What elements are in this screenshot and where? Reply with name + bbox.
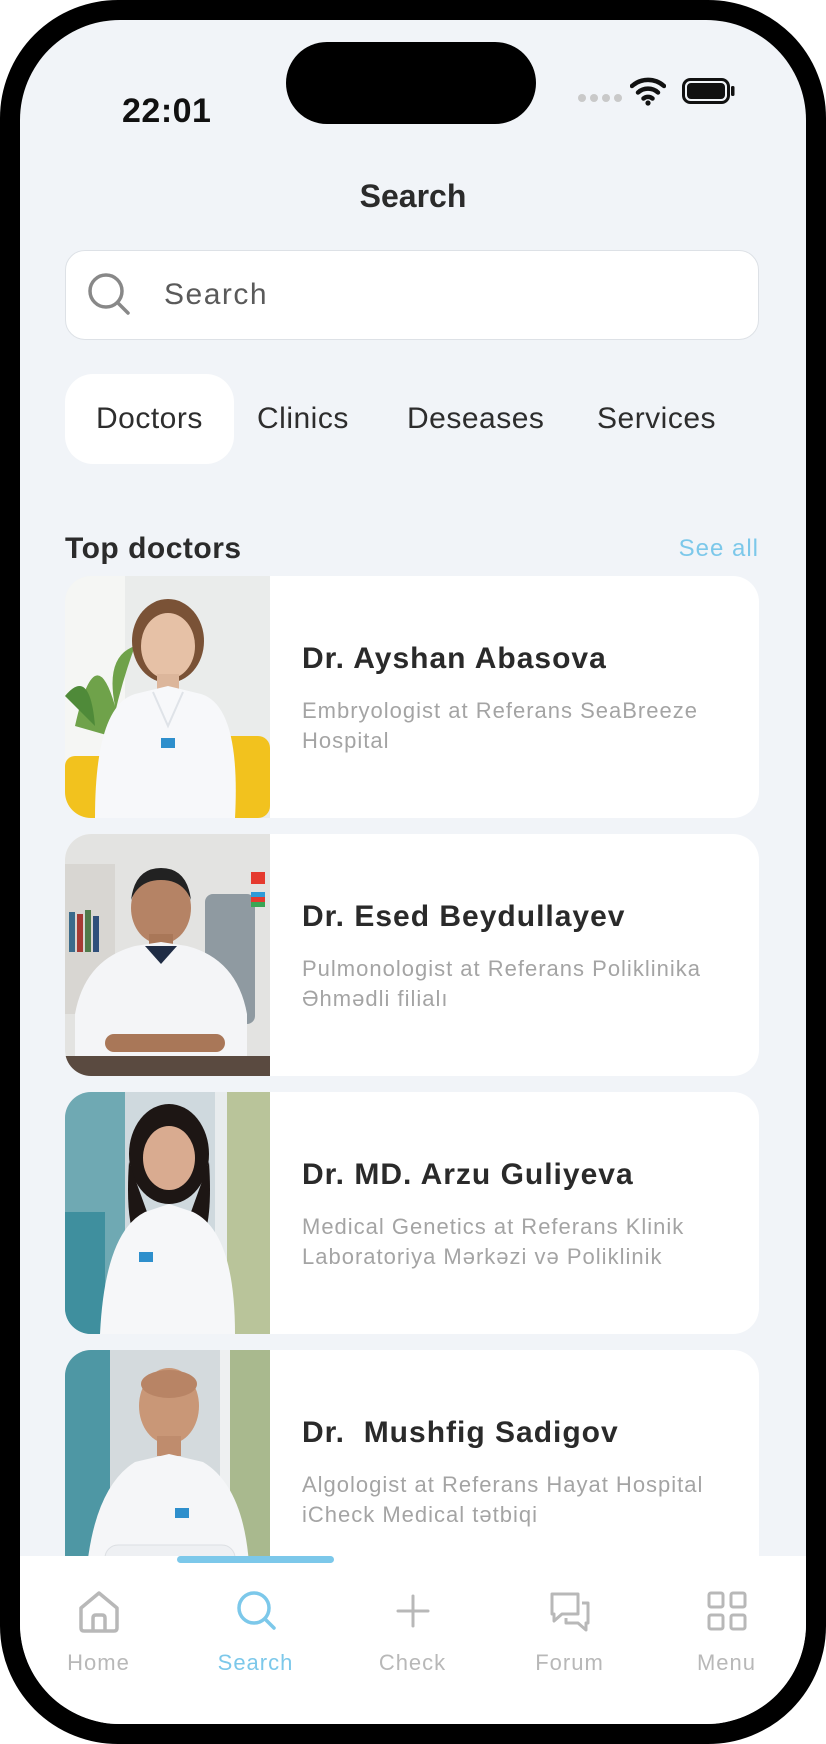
dynamic-island bbox=[286, 42, 536, 124]
grid-icon bbox=[707, 1591, 746, 1631]
nav-check-label: Check bbox=[378, 1650, 447, 1675]
doctor-photo bbox=[65, 834, 270, 1076]
tab-clinics[interactable]: Clinics bbox=[257, 374, 349, 464]
tab-services[interactable]: Services bbox=[597, 374, 716, 464]
tab-deseases[interactable]: Deseases bbox=[407, 374, 544, 464]
doctor-card[interactable]: Dr. Esed Beydullayev Pulmonologist at Re… bbox=[65, 834, 759, 1076]
phone-device: 22:01 Search Search Doctors Clinics Dese… bbox=[0, 0, 826, 1744]
app-screen: 22:01 Search Search Doctors Clinics Dese… bbox=[20, 20, 806, 1724]
page-title: Search bbox=[359, 178, 467, 214]
doctor-name: Dr. Mushfig Sadigov bbox=[302, 1416, 619, 1449]
doctor-description: Embryologist at Referans SeaBreeze Hospi… bbox=[302, 698, 698, 753]
nav-check[interactable]: Check bbox=[334, 1586, 491, 1676]
battery-icon bbox=[682, 78, 735, 104]
doctor-description: Algologist at Referans Hayat Hospital iC… bbox=[302, 1472, 704, 1527]
home-icon bbox=[78, 1591, 119, 1633]
doctor-card[interactable]: Dr. MD. Arzu Guliyeva Medical Genetics a… bbox=[65, 1092, 759, 1334]
doctor-name: Dr. Esed Beydullayev bbox=[302, 900, 626, 933]
doctor-card[interactable]: Dr. Ayshan Abasova Embryologist at Refer… bbox=[65, 576, 759, 818]
wifi-icon bbox=[630, 77, 666, 106]
doctor-photo bbox=[65, 1092, 270, 1334]
nav-home-label: Home bbox=[67, 1650, 130, 1675]
nav-search[interactable]: Search bbox=[177, 1586, 334, 1676]
nav-menu[interactable]: Menu bbox=[648, 1586, 805, 1676]
plus-icon bbox=[396, 1594, 429, 1628]
tab-doctors[interactable]: Doctors bbox=[65, 374, 234, 464]
nav-home[interactable]: Home bbox=[20, 1586, 177, 1676]
search-icon bbox=[236, 1591, 276, 1630]
search-icon bbox=[88, 273, 130, 315]
cellular-signal-icon bbox=[578, 94, 622, 102]
search-placeholder: Search bbox=[164, 278, 269, 311]
nav-forum[interactable]: Forum bbox=[491, 1586, 648, 1676]
nav-menu-label: Menu bbox=[696, 1650, 757, 1675]
status-time: 22:01 bbox=[122, 92, 212, 130]
doctor-name: Dr. Ayshan Abasova bbox=[302, 642, 607, 675]
section-title-top-doctors: Top doctors bbox=[65, 532, 242, 565]
doctor-description: Medical Genetics at Referans Klinik Labo… bbox=[302, 1214, 685, 1269]
doctor-photo bbox=[65, 576, 270, 818]
nav-forum-label: Forum bbox=[535, 1650, 604, 1675]
chat-bubbles-icon bbox=[550, 1592, 589, 1632]
active-tab-indicator bbox=[177, 1556, 334, 1563]
search-input[interactable]: Search bbox=[65, 250, 759, 340]
see-all-link[interactable]: See all bbox=[679, 535, 759, 563]
bottom-tab-bar: Home Search Check Forum Menu bbox=[20, 1556, 806, 1724]
nav-search-label: Search bbox=[217, 1650, 294, 1675]
doctor-name: Dr. MD. Arzu Guliyeva bbox=[302, 1158, 634, 1191]
doctor-description: Pulmonologist at Referans Poliklinika Əh… bbox=[302, 956, 701, 1011]
